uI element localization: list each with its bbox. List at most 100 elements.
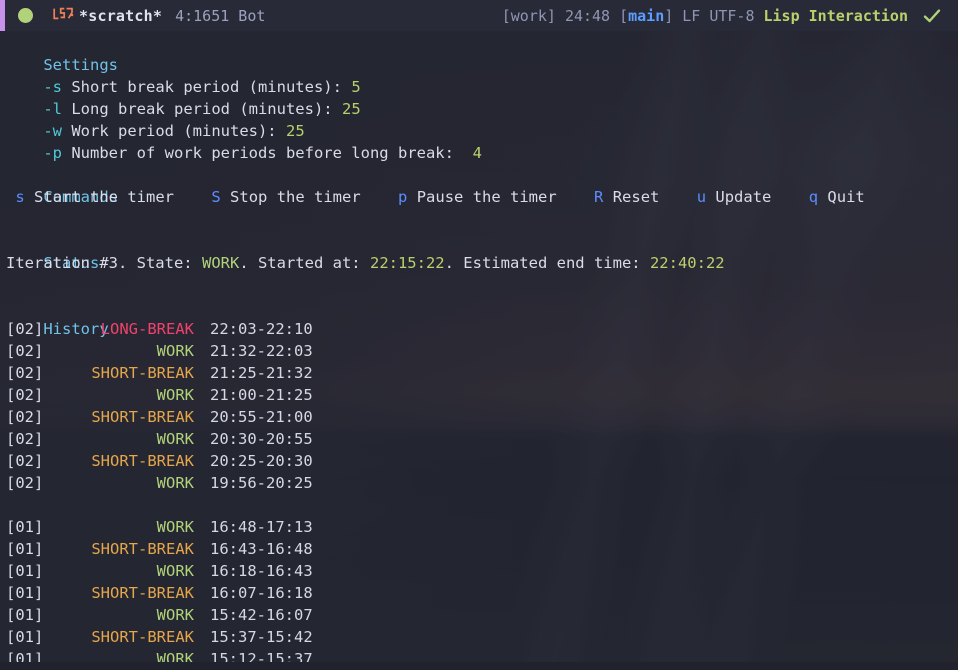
vcs-branch-label: main — [628, 6, 665, 25]
history-kind: SHORT-BREAK — [91, 364, 194, 382]
scratch-buffer-content[interactable]: Settings -s Short break period (minutes)… — [0, 31, 958, 670]
history-kind: WORK — [156, 474, 194, 492]
project-name[interactable]: [work] — [502, 7, 556, 25]
clock: 24:48 — [564, 6, 611, 25]
command-key-start[interactable]: s — [15, 188, 24, 206]
history-group-01: [01] WORK 16:48-17:13 [01] SHORT-BREAK 16:43… — [0, 516, 958, 670]
setting-label: Long break period (minutes): — [71, 100, 333, 118]
table-row[interactable]: [01] WORK 15:42-16:07 — [0, 604, 958, 626]
status-end-label: . Estimated end time: — [444, 254, 641, 272]
table-row[interactable]: [01] SHORT-BREAK 16:43-16:48 — [0, 538, 958, 560]
history-iteration: [01] — [6, 606, 44, 624]
setting-row-short-break[interactable]: -s Short break period (minutes): 5 — [0, 54, 958, 96]
buffer-name[interactable]: *scratch* — [79, 7, 162, 25]
command-key-reset[interactable]: R — [594, 188, 603, 206]
history-timespan: 20:25-20:30 — [210, 452, 313, 470]
table-row[interactable]: [02] WORK 19:56-20:25 — [0, 472, 958, 494]
history-iteration: [02] — [6, 408, 44, 426]
vcs-bracket-close: ] — [664, 6, 674, 25]
history-timespan: 21:00-21:25 — [210, 386, 313, 404]
history-iteration: [01] — [6, 518, 44, 536]
setting-value[interactable]: 25 — [342, 100, 361, 118]
history-timespan: 22:03-22:10 — [210, 320, 313, 338]
major-mode-label[interactable]: Lisp Interaction — [764, 7, 909, 25]
history-iteration: [01] — [6, 584, 44, 602]
history-heading: History — [0, 296, 958, 338]
frame-bottom-strip — [0, 662, 958, 670]
table-row[interactable]: [01] SHORT-BREAK 16:07-16:18 — [0, 582, 958, 604]
status-started-time: 22:15:22 — [369, 254, 445, 272]
command-key-pause[interactable]: p — [398, 188, 407, 206]
line-ending-indicator[interactable]: LF — [682, 7, 700, 25]
table-row[interactable]: [02] WORK 21:00-21:25 — [0, 384, 958, 406]
status-state-badge: WORK — [201, 254, 240, 272]
history-iteration: [01] — [6, 628, 44, 646]
status-started-label: . Started at: — [239, 254, 361, 272]
history-iteration: [02] — [6, 452, 44, 470]
table-row[interactable]: [02] WORK 21:32-22:03 — [0, 340, 958, 362]
history-timespan: 16:07-16:18 — [210, 584, 313, 602]
command-label-update[interactable]: Update — [715, 188, 771, 206]
settings-heading: Settings — [0, 32, 958, 74]
history-iteration: [02] — [6, 474, 44, 492]
commands-heading: Commands — [0, 164, 958, 206]
command-key-quit[interactable]: q — [809, 188, 818, 206]
table-row[interactable]: [01] WORK 16:18-16:43 — [0, 560, 958, 582]
table-row[interactable]: [02] LONG-BREAK 22:03-22:10 — [0, 318, 958, 340]
history-kind: WORK — [156, 342, 194, 360]
status-estimated-end-time: 22:40:22 — [649, 254, 725, 272]
history-timespan: 20:55-21:00 — [210, 408, 313, 426]
history-kind: SHORT-BREAK — [91, 628, 194, 646]
cursor-position-indicator: 4:1651 Bot — [175, 6, 266, 25]
vcs-branch[interactable]: [main] — [619, 7, 673, 25]
commands-row: s Start the timer S Stop the timer p Pau… — [0, 186, 958, 208]
history-timespan: 21:32-22:03 — [210, 342, 313, 360]
history-timespan: 15:37-15:42 — [210, 628, 313, 646]
encoding-indicator[interactable]: UTF-8 — [709, 7, 754, 25]
history-timespan: 16:43-16:48 — [210, 540, 313, 558]
lisp-logo-icon — [52, 7, 74, 24]
setting-flag: -p — [43, 144, 62, 162]
command-key-stop[interactable]: S — [211, 188, 220, 206]
history-kind: SHORT-BREAK — [91, 452, 194, 470]
history-kind: SHORT-BREAK — [91, 540, 194, 558]
setting-flag: -l — [43, 100, 62, 118]
command-label-stop[interactable]: Stop the timer — [230, 188, 361, 206]
table-row[interactable]: [01] WORK 16:48-17:13 — [0, 516, 958, 538]
table-row[interactable]: [02] SHORT-BREAK 20:55-21:00 — [0, 406, 958, 428]
status-iteration-label: Iteration #3. State: — [6, 254, 193, 272]
setting-value[interactable]: 25 — [286, 122, 305, 140]
setting-label: Short break period (minutes): — [71, 78, 342, 96]
buffer-status-dot-icon — [18, 8, 33, 23]
table-row[interactable]: [02] WORK 20:30-20:55 — [0, 428, 958, 450]
history-timespan: 19:56-20:25 — [210, 474, 313, 492]
history-kind: WORK — [156, 430, 194, 448]
history-kind: WORK — [156, 562, 194, 580]
header-accent-bar — [0, 0, 5, 31]
setting-value[interactable]: 5 — [351, 78, 360, 96]
history-group-02: [02] LONG-BREAK 22:03-22:10 [02] WORK 21:32-… — [0, 318, 958, 494]
command-label-quit[interactable]: Quit — [827, 188, 864, 206]
command-label-pause[interactable]: Pause the timer — [417, 188, 557, 206]
settings-title: Settings — [43, 56, 118, 74]
setting-label: Number of work periods before long break… — [71, 144, 454, 162]
command-label-reset[interactable]: Reset — [613, 188, 660, 206]
table-row[interactable]: [02] SHORT-BREAK 20:25-20:30 — [0, 450, 958, 472]
history-timespan: 16:18-16:43 — [210, 562, 313, 580]
history-timespan: 21:25-21:32 — [210, 364, 313, 382]
table-row[interactable]: [02] SHORT-BREAK 21:25-21:32 — [0, 362, 958, 384]
status-heading: Status — [0, 230, 958, 272]
status-line: Iteration #3. State: WORK. Started at: 2… — [0, 252, 958, 274]
header-bar: *scratch* 4:1651 Bot [work] 24:48 [main]… — [0, 0, 958, 31]
command-key-update[interactable]: u — [697, 188, 706, 206]
table-row[interactable]: [01] SHORT-BREAK 15:37-15:42 — [0, 626, 958, 648]
command-label-start[interactable]: Start the timer — [34, 188, 174, 206]
history-kind: WORK — [156, 606, 194, 624]
history-iteration: [02] — [6, 386, 44, 404]
setting-value[interactable]: 4 — [473, 144, 482, 162]
setting-label: Work period (minutes): — [71, 122, 277, 140]
history-kind: WORK — [156, 386, 194, 404]
